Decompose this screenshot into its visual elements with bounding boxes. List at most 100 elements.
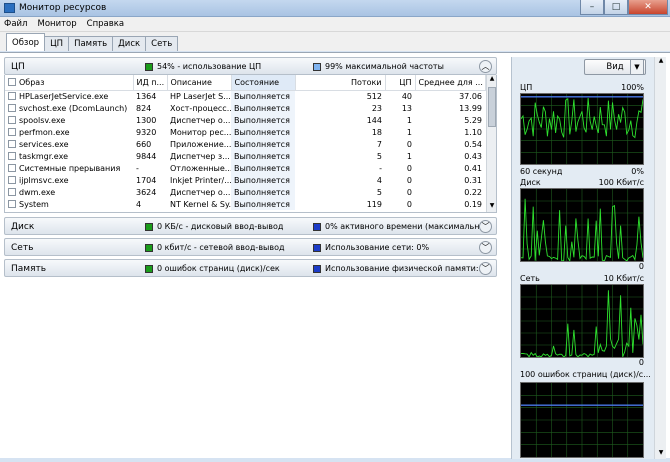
table-scrollbar[interactable]: ▲ ▼ [486, 75, 496, 212]
table-row[interactable]: taskmgr.exe 9844 Диспетчер з... Выполняется… [5, 150, 485, 162]
pid-cell: - [136, 163, 139, 173]
overview-content: ЦП 54% - использование ЦП 99% максимальн… [0, 52, 670, 459]
process-name: perfmon.exe [19, 127, 70, 137]
table-row[interactable]: System 4 NT Kernel & Sy... Выполняется 119 0 0… [5, 198, 485, 210]
sections-pane: ЦП 54% - использование ЦП 99% максимальн… [4, 57, 497, 455]
network-graph-label: Сеть [520, 274, 540, 283]
minimize-button[interactable]: – [580, 0, 604, 15]
green-square-icon [145, 62, 153, 71]
disk-section-header[interactable]: Диск 0 КБ/с - дисковый ввод-вывод 0% акт… [4, 217, 497, 235]
col-threads[interactable]: Потоки [295, 75, 386, 91]
process-name: dwm.exe [19, 187, 56, 197]
col-pid[interactable]: ИД п... [133, 75, 168, 91]
process-image-cell: Системные прерывания [5, 162, 133, 174]
process-name: HPLaserJetService.exe [19, 91, 109, 101]
table-row[interactable]: services.exe 660 Приложение... Выполняется 7… [5, 138, 485, 150]
cpu-section-header[interactable]: ЦП 54% - использование ЦП 99% максимальн… [4, 57, 497, 75]
network-graph-min: 0 [638, 358, 644, 367]
process-checkbox[interactable] [8, 92, 16, 101]
table-row[interactable]: Системные прерывания - Отложенные... Выполн… [5, 162, 485, 174]
cpu-graph-timespan: 60 секунд [520, 167, 563, 176]
pid-cell: 9844 [136, 151, 157, 161]
table-row[interactable]: svchost.exe (DcomLaunch) 824 Хост-процесс.… [5, 102, 485, 114]
cpu-process-table: Образ ИД п... Описание Состояние Потоки … [4, 75, 497, 213]
menu-bar: Файл Монитор Справка [0, 17, 670, 32]
disk-graph-label: Диск [520, 178, 541, 187]
collapse-chevron-icon[interactable]: ︿ [479, 60, 492, 73]
green-square-icon [145, 222, 153, 231]
view-dropdown-arrow-icon[interactable]: ▼ [630, 59, 644, 75]
process-checkbox[interactable] [8, 128, 16, 136]
avg-cpu-cell: 1.10 [464, 127, 482, 137]
table-row[interactable]: spoolsv.exe 1300 Диспетчер о... Выполняется… [5, 114, 485, 126]
scroll-up-arrow-icon[interactable]: ▲ [487, 75, 496, 85]
process-image-cell: perfmon.exe [5, 126, 133, 138]
process-checkbox[interactable] [8, 116, 16, 124]
menu-help[interactable]: Справка [87, 19, 124, 29]
memory-faults-text: 0 ошибок страниц (диск)/сек [157, 264, 280, 273]
menu-file[interactable]: Файл [4, 19, 27, 29]
col-status[interactable]: Состояние [231, 75, 296, 91]
process-checkbox[interactable] [8, 140, 16, 148]
col-avg-cpu[interactable]: Среднее для ... [415, 75, 486, 91]
scrollbar-thumb[interactable] [488, 87, 496, 127]
network-section-header[interactable]: Сеть 0 кбит/с - сетевой ввод-вывод Испол… [4, 238, 497, 256]
graphs-scrollbar[interactable]: ▲ ▼ [654, 57, 666, 459]
expand-chevron-icon[interactable]: ﹀ [479, 241, 492, 254]
cpu-graph-min: 0% [631, 167, 644, 176]
tab-network[interactable]: Сеть [145, 36, 179, 51]
pid-cell: 660 [136, 139, 152, 149]
process-checkbox[interactable] [8, 104, 16, 112]
col-cpu[interactable]: ЦП [385, 75, 416, 91]
blue-square-icon [313, 264, 321, 273]
col-image[interactable]: Образ [5, 75, 134, 91]
table-row[interactable]: HPLaserJetService.exe 1364 HP LaserJet S..… [5, 90, 485, 102]
table-row[interactable]: perfmon.exe 9320 Монитор рес... Выполняется… [5, 126, 485, 138]
memory-section-header[interactable]: Память 0 ошибок страниц (диск)/сек Испол… [4, 259, 497, 277]
scroll-up-arrow-icon[interactable]: ▲ [655, 57, 667, 67]
status-cell: Выполняется [231, 162, 295, 174]
table-row[interactable]: ijplmsvc.exe 1704 Inkjet Printer/... Выполн… [5, 174, 485, 186]
pid-cell: 1364 [136, 91, 157, 101]
maximize-button[interactable]: □ [604, 0, 628, 15]
process-checkbox[interactable] [8, 188, 16, 196]
process-checkbox[interactable] [8, 164, 16, 172]
threads-cell: 7 [376, 139, 382, 149]
disk-active-stat: 0% активного времени (максимально) [313, 222, 487, 231]
threads-cell: 512 [366, 91, 382, 101]
cpu-freq-stat: 99% максимальной частоты [313, 62, 444, 71]
window-title: Монитор ресурсов [19, 3, 107, 13]
disk-graph-max: 100 Кбит/с [598, 178, 644, 187]
threads-cell: - [379, 163, 382, 173]
cpu-usage-text: 54% - использование ЦП [157, 62, 262, 71]
blue-square-icon [313, 222, 321, 231]
tab-disk[interactable]: Диск [112, 36, 147, 51]
cpu-graph-max: 100% [621, 83, 644, 92]
scroll-down-arrow-icon[interactable]: ▼ [487, 202, 496, 212]
close-button[interactable]: ✕ [628, 0, 668, 15]
process-name: System [19, 199, 49, 209]
process-checkbox[interactable] [8, 200, 16, 208]
avg-cpu-cell: 5.29 [464, 115, 482, 125]
threads-cell: 144 [366, 115, 382, 125]
tab-overview[interactable]: Обзор [6, 33, 46, 51]
threads-cell: 119 [366, 199, 382, 209]
avg-cpu-cell: 0.43 [464, 151, 482, 161]
pid-cell: 3624 [136, 187, 157, 197]
process-checkbox[interactable] [8, 176, 16, 184]
process-checkbox[interactable] [8, 152, 16, 160]
menu-monitor[interactable]: Монитор [37, 19, 76, 29]
tab-memory[interactable]: Память [68, 36, 114, 51]
process-image-cell: services.exe [5, 138, 133, 150]
expand-chevron-icon[interactable]: ﹀ [479, 262, 492, 275]
threads-cell: 4 [376, 175, 382, 185]
select-all-checkbox[interactable] [8, 78, 16, 87]
expand-chevron-icon[interactable]: ﹀ [479, 220, 492, 233]
col-description[interactable]: Описание [167, 75, 232, 91]
process-name: spoolsv.exe [19, 115, 66, 125]
disk-graph-min: 0 [638, 262, 644, 271]
table-row[interactable]: dwm.exe 3624 Диспетчер о... Выполняется 5 0 0.… [5, 186, 485, 198]
window-controls: – □ ✕ [580, 0, 668, 15]
network-graph-max: 10 Кбит/с [603, 274, 644, 283]
tab-cpu[interactable]: ЦП [44, 36, 70, 51]
